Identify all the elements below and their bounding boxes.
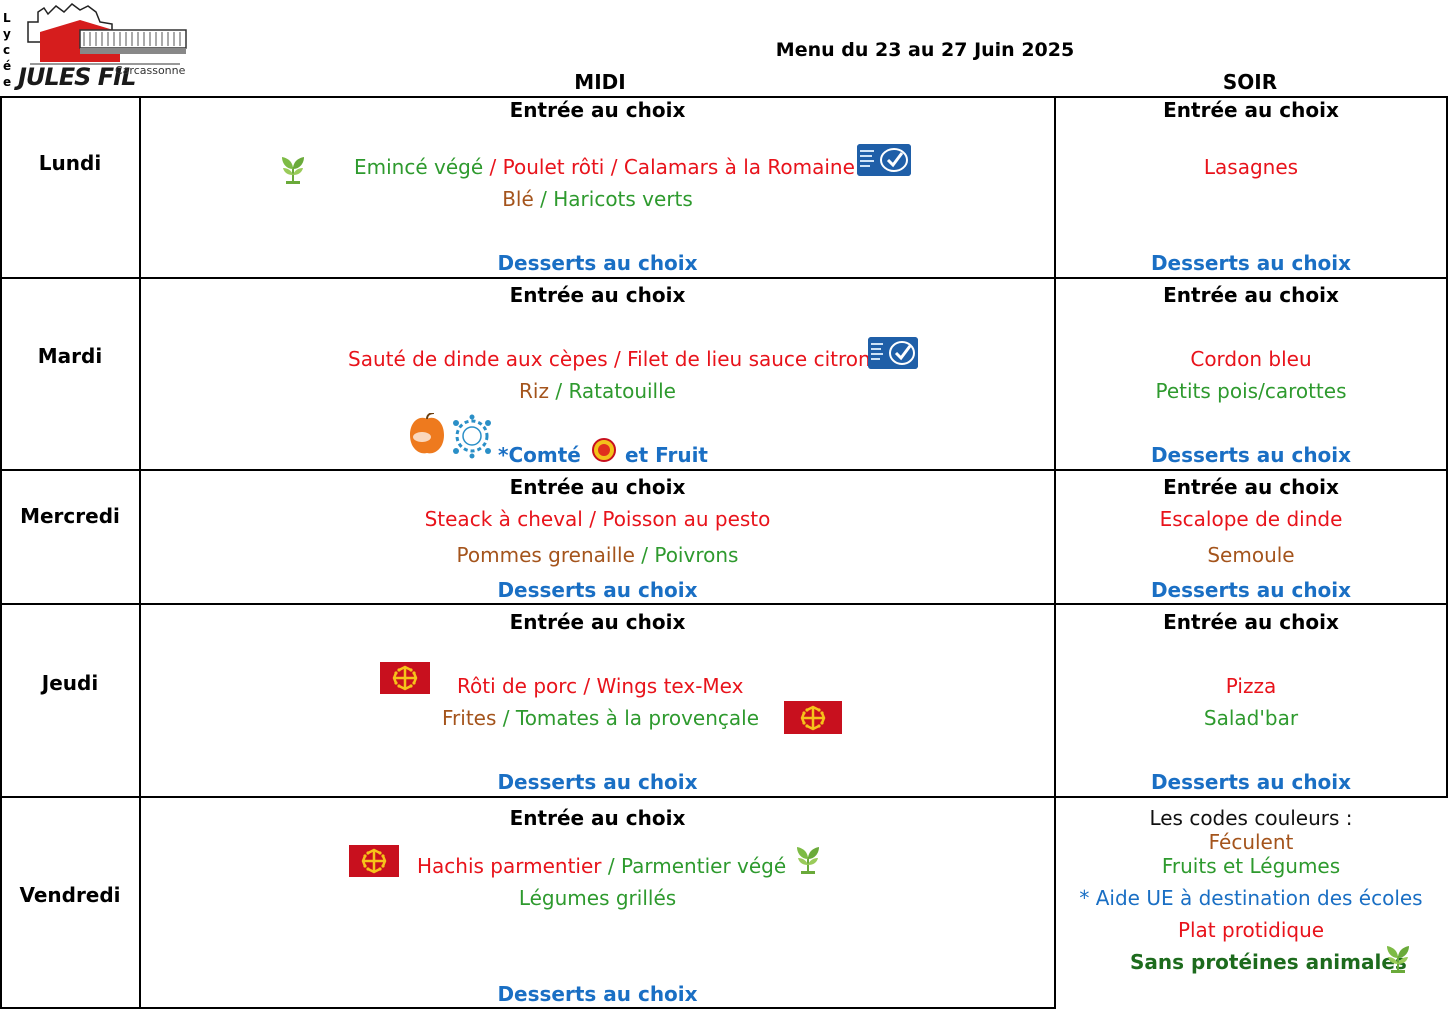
leaf-icon (1387, 946, 1409, 973)
grid-line (0, 469, 1448, 471)
vendredi-midi-main: Hachis parmentier / Parmentier végé (417, 854, 787, 878)
desserts-label: Desserts au choix (1150, 770, 1352, 794)
mercredi-midi-main: Steack à cheval / Poisson au pesto (424, 507, 771, 531)
desserts-label: Desserts au choix (497, 982, 698, 1006)
msc-label-icon (857, 144, 911, 176)
entree-label: Entrée au choix (509, 806, 686, 830)
menu-title: Menu du 23 au 27 Juin 2025 (775, 39, 1075, 61)
occitanie-cross-icon (349, 845, 399, 877)
grid-line (0, 603, 1448, 605)
mercredi-soir-main: Escalope de dinde (1159, 507, 1343, 531)
jeudi-soir-main: Pizza (1225, 674, 1277, 698)
lundi-midi-main: Emincé végé / Poulet rôti / Calamars à l… (354, 155, 855, 179)
grid-line (0, 1007, 1056, 1009)
day-label-lundi: Lundi (38, 151, 102, 175)
entree-label: Entrée au choix (1163, 283, 1339, 307)
grid-line (1446, 96, 1448, 798)
mercredi-soir-side: Semoule (1207, 543, 1295, 567)
logo-city: Carcassonne (115, 64, 186, 77)
day-label-vendredi: Vendredi (19, 883, 121, 907)
jeudi-midi-side: Frites / Tomates à la provençale (442, 706, 760, 730)
entree-label: Entrée au choix (509, 610, 686, 634)
legend-sans-proteines: Sans protéines animales (1130, 950, 1407, 974)
legend-fruits-legumes: Fruits et Légumes (1161, 854, 1341, 878)
occitanie-cross-icon (784, 701, 842, 734)
entree-label: Entrée au choix (1163, 610, 1339, 634)
legend-plat-protidique: Plat protidique (1177, 918, 1325, 942)
mardi-soir-main: Cordon bleu (1190, 347, 1312, 371)
desserts-label: Desserts au choix (497, 770, 698, 794)
leaf-icon (282, 157, 304, 184)
column-header-midi: MIDI (574, 70, 626, 94)
grid-line (0, 277, 1448, 279)
entree-label: Entrée au choix (1163, 98, 1339, 122)
desserts-label: Desserts au choix (1150, 251, 1352, 275)
mardi-dessert-fruit: et Fruit (625, 443, 708, 467)
mercredi-midi-side: Pommes grenaille / Poivrons (456, 543, 739, 567)
entree-label: Entrée au choix (1163, 475, 1339, 499)
occitanie-cross-icon (380, 662, 430, 694)
mardi-midi-main: Sauté de dinde aux cèpes / Filet de lieu… (348, 347, 871, 371)
entree-label: Entrée au choix (509, 98, 686, 122)
lundi-soir-main: Lasagnes (1203, 155, 1299, 179)
day-label-jeudi: Jeudi (41, 671, 99, 695)
school-building-logo (27, 3, 187, 65)
legend-feculent: Féculent (1208, 830, 1294, 854)
mardi-midi-side: Riz / Ratatouille (519, 379, 676, 403)
aop-seal-icon (592, 438, 616, 462)
day-label-mercredi: Mercredi (20, 504, 120, 528)
desserts-label: Desserts au choix (1150, 578, 1352, 602)
legend-title: Les codes couleurs : (1149, 806, 1353, 830)
vendredi-midi-side: Légumes grillés (518, 886, 677, 910)
mardi-dessert-comte: *Comté (498, 443, 581, 467)
day-label-mardi: Mardi (37, 344, 103, 368)
school-program-icon (453, 414, 491, 459)
fruit-icon (410, 413, 444, 454)
school-logo: L y c é e JULES FIL Carcassonne (0, 0, 200, 95)
desserts-label: Desserts au choix (497, 578, 698, 602)
msc-label-icon (868, 337, 918, 369)
mardi-soir-side: Petits pois/carottes (1155, 379, 1347, 403)
desserts-label: Desserts au choix (1150, 443, 1352, 467)
grid-line (0, 796, 1448, 798)
grid-line (0, 96, 2, 1009)
jeudi-midi-main: Rôti de porc / Wings tex-Mex (457, 674, 744, 698)
entree-label: Entrée au choix (509, 475, 686, 499)
leaf-icon (797, 847, 819, 874)
logo-vertical-text: L y c é e (3, 11, 12, 89)
lundi-midi-side: Blé / Haricots verts (502, 187, 693, 211)
desserts-label: Desserts au choix (497, 251, 698, 275)
column-header-soir: SOIR (1222, 70, 1278, 94)
jeudi-soir-side: Salad'bar (1203, 706, 1299, 730)
legend-aide-ue: * Aide UE à destination des écoles (1079, 886, 1423, 910)
entree-label: Entrée au choix (509, 283, 686, 307)
